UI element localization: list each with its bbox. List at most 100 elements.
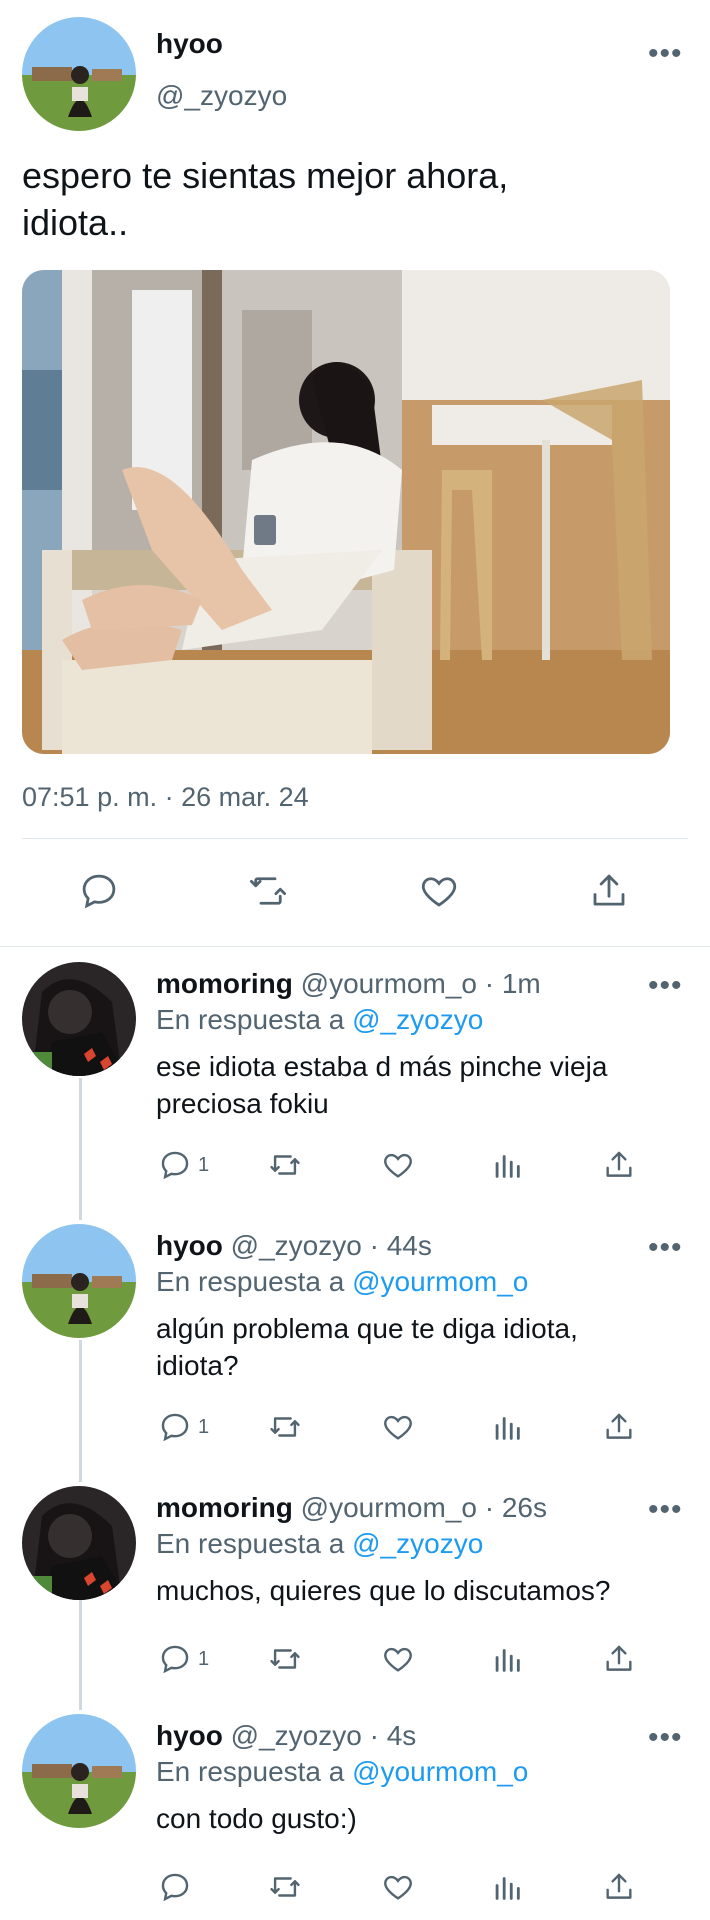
reply-count: 1 [198,1647,210,1670]
divider [156,1476,710,1477]
reply-text: muchos, quieres que lo discutamos? [156,1572,610,1609]
reply-text-line: con todo gusto:) [156,1803,357,1834]
reply-icon [161,1151,189,1180]
reply-avatar[interactable] [22,962,136,1076]
reply-icon [161,1645,189,1674]
like-button[interactable] [380,1642,416,1676]
like-icon [421,877,457,907]
reply-time[interactable]: · 44s [370,1230,432,1261]
more-options-icon[interactable]: ••• [648,1233,683,1263]
more-options-icon[interactable]: ••• [648,1495,683,1525]
reply-context: En respuesta a @_zyozyo [156,1004,483,1036]
reply-author-name[interactable]: hyoo [156,1720,223,1751]
tweet-text-line: espero te sientas mejor ahora, [22,155,509,196]
reply-text-line: ese idiota estaba d más pinche vieja [156,1051,608,1082]
author-name[interactable]: hyoo [156,28,223,60]
thread-line [79,1078,82,1220]
author-avatar[interactable] [22,17,136,131]
reply-to-link[interactable]: @yourmom_o [352,1756,528,1787]
reply-text-line: preciosa fokiu [156,1088,329,1119]
reply-time[interactable]: · 26s [485,1492,547,1523]
stats-button[interactable] [490,1870,524,1904]
stats-icon [495,1877,520,1900]
reply-context-label: En respuesta a [156,1004,345,1035]
reply-author-name[interactable]: momoring [156,1492,293,1523]
stats-icon [495,1417,520,1440]
like-icon [384,1153,412,1178]
reply-count: 1 [198,1153,210,1176]
share-icon [606,1645,632,1671]
retweet-icon [270,1877,300,1897]
retweet-button[interactable] [246,870,290,912]
stats-icon [495,1155,520,1178]
thread-line [79,1600,82,1710]
reply-icon [161,1873,189,1902]
more-options-icon[interactable]: ••• [648,971,683,1001]
reply-avatar[interactable] [22,1714,136,1828]
reply-context: En respuesta a @yourmom_o [156,1756,528,1788]
like-icon [384,1647,412,1672]
reply-context-label: En respuesta a [156,1266,345,1297]
reply-text: algún problema que te diga idiota, idiot… [156,1310,578,1384]
reply-avatar[interactable] [22,1486,136,1600]
reply-count: 1 [198,1415,210,1438]
author-handle[interactable]: @_zyozyo [156,80,287,112]
retweet-button[interactable] [266,1148,304,1182]
reply-icon [82,874,116,909]
retweet-icon [270,1649,300,1669]
like-button[interactable] [380,1148,416,1182]
reply-text-line: idiota? [156,1350,239,1381]
reply-to-link[interactable]: @_zyozyo [352,1004,483,1035]
reply-button[interactable]: 1 [158,1410,209,1444]
tweet-photo[interactable] [22,270,670,754]
reply-header: momoring @yourmom_o · 26s [156,1492,547,1524]
reply-time[interactable]: · 1m [485,968,541,999]
like-button[interactable] [380,1870,416,1904]
share-button[interactable] [602,1148,636,1182]
reply-avatar[interactable] [22,1224,136,1338]
reply-author-name[interactable]: momoring [156,968,293,999]
retweet-button[interactable] [266,1410,304,1444]
retweet-icon [270,1155,300,1175]
share-icon [606,1413,632,1439]
reply-text: ese idiota estaba d más pinche vieja pre… [156,1048,607,1122]
reply-button[interactable]: 1 [158,1642,209,1676]
reply-button[interactable] [78,870,120,912]
share-button[interactable] [602,1642,636,1676]
reply-header: hyoo @_zyozyo · 4s [156,1720,416,1752]
more-options-icon[interactable]: ••• [648,39,683,69]
reply-author-name[interactable]: hyoo [156,1230,223,1261]
share-button[interactable] [602,1410,636,1444]
reply-button[interactable] [158,1870,192,1904]
reply-time[interactable]: · 4s [370,1720,417,1751]
stats-button[interactable] [490,1642,524,1676]
more-options-icon[interactable]: ••• [648,1723,683,1753]
retweet-button[interactable] [266,1642,304,1676]
stats-icon [495,1649,520,1672]
reply-author-handle[interactable]: @yourmom_o [301,968,477,999]
reply-to-link[interactable]: @_zyozyo [352,1528,483,1559]
share-button[interactable] [588,870,630,912]
reply-context-label: En respuesta a [156,1528,345,1559]
reply-text: con todo gusto:) [156,1800,357,1837]
divider [156,1704,710,1705]
reply-context-label: En respuesta a [156,1756,345,1787]
stats-button[interactable] [490,1410,524,1444]
reply-context: En respuesta a @_zyozyo [156,1528,483,1560]
retweet-button[interactable] [266,1870,304,1904]
reply-to-link[interactable]: @yourmom_o [352,1266,528,1297]
reply-button[interactable]: 1 [158,1148,209,1182]
retweet-icon [249,877,287,905]
stats-button[interactable] [490,1148,524,1182]
tweet-timestamp[interactable]: 07:51 p. m. · 26 mar. 24 [22,782,309,813]
thread-line [79,1340,82,1482]
retweet-icon [270,1417,300,1437]
like-button[interactable] [380,1410,416,1444]
reply-author-handle[interactable]: @_zyozyo [231,1230,362,1261]
divider [22,838,688,839]
reply-author-handle[interactable]: @_zyozyo [231,1720,362,1751]
reply-author-handle[interactable]: @yourmom_o [301,1492,477,1523]
reply-context: En respuesta a @yourmom_o [156,1266,528,1298]
like-button[interactable] [418,870,460,912]
share-button[interactable] [602,1870,636,1904]
